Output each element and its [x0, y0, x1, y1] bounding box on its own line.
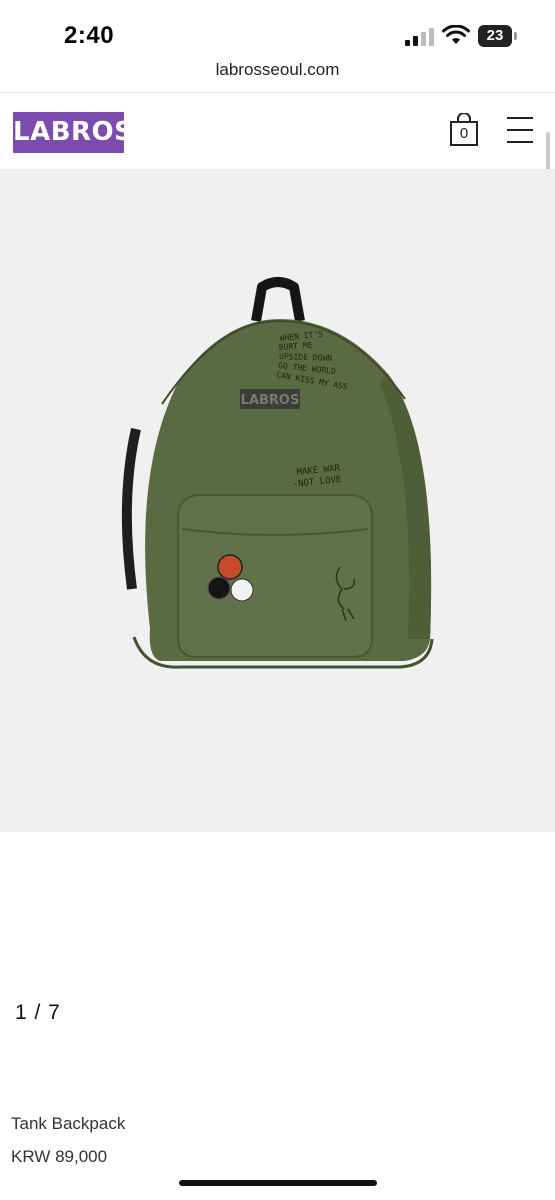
cart-count: 0 [459, 125, 469, 142]
gallery-counter: 1 / 7 [15, 1001, 61, 1024]
site-logo[interactable]: LABROS [13, 112, 133, 153]
backpack-illustration: LABROS WHEN IT'S BURT ME UPSIDE DOWN GO … [121, 277, 434, 669]
product-price: KRW 89,000 [11, 1147, 108, 1166]
menu-line [507, 141, 533, 143]
home-indicator[interactable] [179, 1180, 377, 1186]
signal-icon [405, 28, 434, 46]
menu-line [507, 117, 533, 119]
wifi-icon [442, 25, 470, 44]
pin-badge [230, 578, 254, 602]
battery-level: 23 [478, 25, 512, 47]
battery-tip [514, 32, 517, 40]
site-header: LABROS 0 [0, 93, 555, 169]
pin-badge [207, 576, 231, 600]
battery-icon: 23 [478, 25, 520, 47]
product-name: Tank Backpack [11, 1114, 126, 1133]
cart-button[interactable]: 0 [448, 113, 480, 147]
bag-label-text: LABROS [241, 393, 300, 408]
status-bar: 2:40 23 [0, 0, 555, 58]
menu-line [507, 129, 533, 131]
hamburger-menu-icon[interactable] [507, 117, 535, 145]
url-bar[interactable]: labrosseoul.com [0, 58, 555, 93]
product-image[interactable]: LABROS WHEN IT'S BURT ME UPSIDE DOWN GO … [0, 169, 555, 832]
pin-badge [217, 554, 243, 580]
status-time: 2:40 [64, 22, 115, 49]
